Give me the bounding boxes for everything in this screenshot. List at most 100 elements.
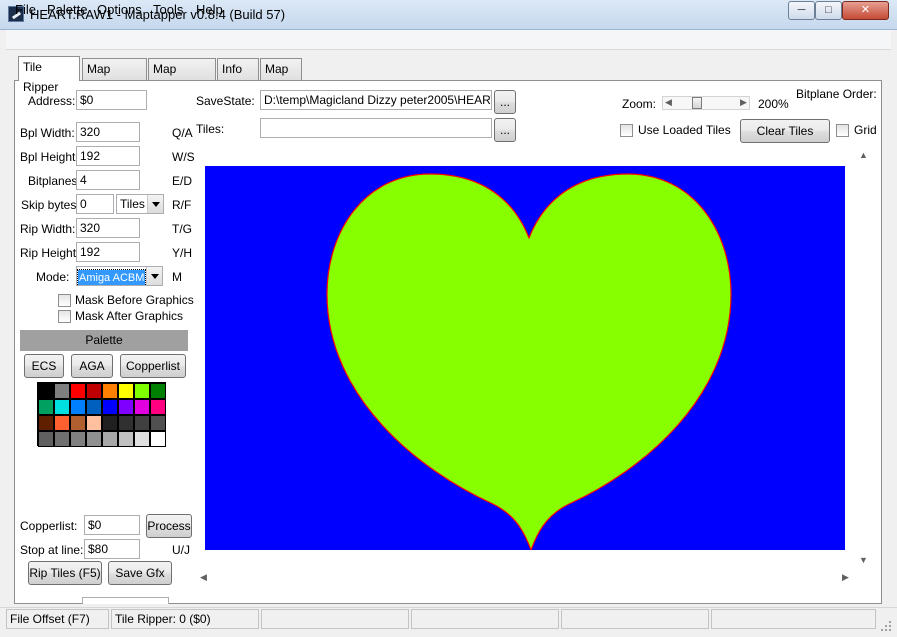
palette-swatch[interactable] <box>102 431 118 447</box>
tile-preview-canvas[interactable] <box>205 166 845 550</box>
zoom-slider-thumb[interactable] <box>692 97 703 109</box>
tiles-browse-button[interactable]: ... <box>494 118 516 142</box>
clipped-form-row <box>20 596 190 604</box>
bitplanes-input[interactable]: 4 <box>76 170 140 190</box>
palette-swatch[interactable] <box>86 415 102 431</box>
palette-swatch[interactable] <box>102 399 118 415</box>
palette-swatch[interactable] <box>38 415 54 431</box>
horizontal-scrollbar[interactable] <box>196 568 855 585</box>
bpl-width-input[interactable]: 320 <box>76 122 140 142</box>
savestate-browse-button[interactable]: ... <box>494 90 516 114</box>
bpl-height-input[interactable]: 192 <box>76 146 140 166</box>
status-pane-6 <box>711 609 876 629</box>
scroll-down-arrow-icon[interactable]: ▼ <box>859 555 868 565</box>
palette-swatch[interactable] <box>134 399 150 415</box>
savestate-input[interactable]: D:\temp\Magicland Dizzy peter2005\HEART.… <box>260 90 492 110</box>
process-button[interactable]: Process <box>146 514 192 538</box>
palette-header: Palette <box>20 330 188 351</box>
copperlist-button[interactable]: Copperlist <box>120 354 186 378</box>
palette-swatch[interactable] <box>134 431 150 447</box>
tab-map-ripper[interactable]: Map Ripper <box>82 58 147 96</box>
scroll-left-arrow-icon[interactable]: ◀ <box>200 572 207 583</box>
aga-button[interactable]: AGA <box>71 354 113 378</box>
menu-palette[interactable]: Palette <box>47 2 87 17</box>
bpl-width-label: Bpl Width: <box>20 126 75 140</box>
palette-swatch[interactable] <box>150 431 166 447</box>
palette-swatch[interactable] <box>102 415 118 431</box>
maximize-button[interactable]: □ <box>815 1 842 20</box>
palette-swatch[interactable] <box>70 431 86 447</box>
rip-width-input[interactable]: 320 <box>76 218 140 238</box>
tab-info[interactable]: Info <box>217 58 259 80</box>
rip-height-label: Rip Height: <box>20 246 80 260</box>
tab-map-2[interactable]: Map 2 <box>260 58 302 96</box>
rip-width-hotkey: T/G <box>172 222 192 236</box>
palette-swatch[interactable] <box>70 399 86 415</box>
palette-swatch[interactable] <box>54 399 70 415</box>
skip-bytes-input[interactable]: 0 <box>76 194 114 214</box>
mode-select-value: Amiga ACBM <box>77 269 147 285</box>
palette-swatch[interactable] <box>102 383 118 399</box>
palette-swatch[interactable] <box>54 431 70 447</box>
clear-tiles-button[interactable]: Clear Tiles <box>740 119 830 143</box>
palette-swatch[interactable] <box>54 415 70 431</box>
palette-swatch[interactable] <box>86 431 102 447</box>
menu-help[interactable]: Help <box>196 2 223 17</box>
rip-height-input[interactable]: 192 <box>76 242 140 262</box>
palette-swatch[interactable] <box>70 383 86 399</box>
palette-swatch[interactable] <box>150 383 166 399</box>
palette-swatch[interactable] <box>134 415 150 431</box>
mask-after-checkbox[interactable] <box>58 310 71 323</box>
zoom-left-arrow-icon[interactable]: ◀ <box>665 97 672 108</box>
tiles-input[interactable] <box>260 118 492 138</box>
menu-options[interactable]: Options <box>97 2 142 17</box>
palette-swatch[interactable] <box>118 431 134 447</box>
zoom-label: Zoom: <box>622 97 657 111</box>
minimize-button[interactable]: ─ <box>788 1 815 20</box>
copperlist-label: Copperlist: <box>20 519 78 533</box>
copperlist-input[interactable]: $0 <box>84 515 140 535</box>
palette-swatch[interactable] <box>150 399 166 415</box>
grid-checkbox[interactable] <box>836 124 849 137</box>
status-file-offset: File Offset (F7) <box>6 609 109 629</box>
save-gfx-button[interactable]: Save Gfx <box>108 561 172 585</box>
menu-tools[interactable]: Tools <box>153 2 183 17</box>
address-input[interactable]: $0 <box>76 90 147 110</box>
palette-swatch[interactable] <box>118 399 134 415</box>
heart-icon <box>326 173 732 550</box>
savestate-label: SaveState: <box>196 94 255 108</box>
palette-swatch[interactable] <box>118 383 134 399</box>
ecs-button[interactable]: ECS <box>24 354 64 378</box>
palette-swatch[interactable] <box>54 383 70 399</box>
mask-before-checkbox[interactable] <box>58 294 71 307</box>
bpl-height-hotkey: W/S <box>172 150 195 164</box>
zoom-right-arrow-icon[interactable]: ▶ <box>740 97 747 108</box>
palette-swatch[interactable] <box>38 383 54 399</box>
palette-swatch[interactable] <box>86 399 102 415</box>
resize-grip-icon[interactable] <box>880 620 892 632</box>
mode-select[interactable]: Amiga ACBM <box>76 266 163 286</box>
palette-swatch[interactable] <box>38 399 54 415</box>
scroll-up-arrow-icon[interactable]: ▲ <box>859 150 868 160</box>
menu-file[interactable]: File <box>15 2 36 17</box>
rip-height-hotkey: Y/H <box>172 246 193 260</box>
status-pane-4 <box>411 609 559 629</box>
zoom-slider[interactable] <box>662 96 750 110</box>
tab-tile-ripper[interactable]: Tile Ripper <box>18 56 80 94</box>
close-button[interactable]: ✕ <box>842 1 889 20</box>
palette-swatch[interactable] <box>38 431 54 447</box>
skip-unit-select[interactable]: Tiles <box>116 194 164 214</box>
palette-swatch[interactable] <box>118 415 134 431</box>
scroll-right-arrow-icon[interactable]: ▶ <box>842 572 849 583</box>
tab-map-search[interactable]: Map Search <box>148 58 216 96</box>
use-loaded-tiles-checkbox[interactable] <box>620 124 633 137</box>
stop-at-line-input[interactable]: $80 <box>84 539 140 559</box>
palette-swatch[interactable] <box>86 383 102 399</box>
stop-at-line-hotkey: U/J <box>172 543 190 557</box>
rip-tiles-button[interactable]: Rip Tiles (F5) <box>28 561 102 585</box>
palette-swatch[interactable] <box>150 415 166 431</box>
vertical-scrollbar[interactable] <box>855 146 872 568</box>
palette-swatch[interactable] <box>70 415 86 431</box>
zoom-value: 200% <box>758 97 789 111</box>
palette-swatch[interactable] <box>134 383 150 399</box>
